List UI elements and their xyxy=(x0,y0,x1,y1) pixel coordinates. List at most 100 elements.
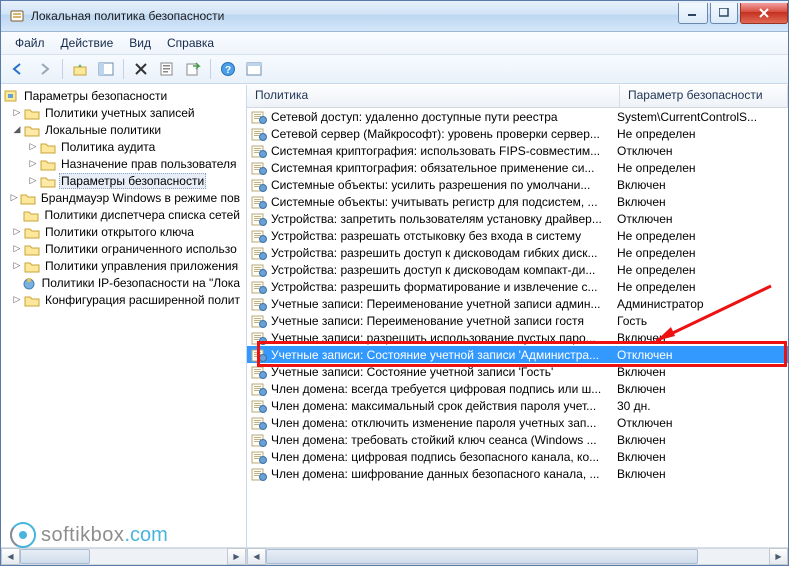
tree-item[interactable]: ▷Политика аудита xyxy=(3,138,246,155)
expand-icon[interactable]: ▷ xyxy=(11,243,23,254)
list-hscrollbar[interactable]: ◀ ▶ xyxy=(247,547,788,565)
policy-icon xyxy=(251,450,267,464)
scroll-right-icon[interactable]: ▶ xyxy=(227,548,246,565)
menu-help[interactable]: Справка xyxy=(159,34,222,52)
policy-icon xyxy=(251,110,267,124)
policy-row[interactable]: Член домена: цифровая подпись безопасног… xyxy=(247,448,788,465)
policy-row[interactable]: Член домена: требовать стойкий ключ сеан… xyxy=(247,431,788,448)
policy-icon xyxy=(251,144,267,158)
show-hide-tree-button[interactable] xyxy=(94,57,118,81)
policy-value: Включен xyxy=(617,433,788,447)
policy-icon xyxy=(251,382,267,396)
policy-name: Устройства: разрешить доступ к дисковода… xyxy=(271,263,617,277)
expand-icon[interactable]: ▷ xyxy=(11,107,23,118)
policy-row[interactable]: Устройства: разрешать отстыковку без вхо… xyxy=(247,227,788,244)
policy-row[interactable]: Устройства: разрешить доступ к дисковода… xyxy=(247,261,788,278)
col-setting[interactable]: Параметр безопасности xyxy=(620,85,788,107)
tree-item[interactable]: ▷Политики управления приложения xyxy=(3,257,246,274)
expand-icon[interactable]: ▷ xyxy=(27,175,39,186)
policy-value: Включен xyxy=(617,331,788,345)
policy-value: Включен xyxy=(617,382,788,396)
policy-name: Член домена: требовать стойкий ключ сеан… xyxy=(271,433,617,447)
policy-row[interactable]: Сетевой доступ: удаленно доступные пути … xyxy=(247,108,788,125)
menu-file[interactable]: Файл xyxy=(7,34,53,52)
watermark-domain: .com xyxy=(124,524,167,547)
minimize-button[interactable] xyxy=(678,3,708,24)
tree-item[interactable]: ▷Политики учетных записей xyxy=(3,104,246,121)
policy-value: Отключен xyxy=(617,144,788,158)
policy-row[interactable]: Системная криптография: использовать FIP… xyxy=(247,142,788,159)
list-body[interactable]: Сетевой доступ: удаленно доступные пути … xyxy=(247,108,788,547)
policy-row[interactable]: Член домена: всегда требуется цифровая п… xyxy=(247,380,788,397)
tree-pane: Параметры безопасности ▷Политики учетных… xyxy=(1,85,247,565)
tree-item[interactable]: ▷Назначение прав пользователя xyxy=(3,155,246,172)
titlebar[interactable]: Локальная политика безопасности xyxy=(1,1,788,32)
policy-value: Не определен xyxy=(617,229,788,243)
up-button[interactable] xyxy=(68,57,92,81)
list-header: Политика Параметр безопасности xyxy=(247,85,788,108)
policy-row[interactable]: Системные объекты: усилить разрешения по… xyxy=(247,176,788,193)
tree-item[interactable]: ▷Брандмауэр Windows в режиме пов xyxy=(3,189,246,206)
properties-button[interactable] xyxy=(155,57,179,81)
policy-row[interactable]: Учетные записи: Переименование учетной з… xyxy=(247,312,788,329)
collapse-icon[interactable]: ◢ xyxy=(11,124,23,135)
expand-icon[interactable]: ▷ xyxy=(11,260,23,271)
col-policy[interactable]: Политика xyxy=(247,85,620,107)
policy-icon xyxy=(251,178,267,192)
policy-row[interactable]: Сетевой сервер (Майкрософт): уровень про… xyxy=(247,125,788,142)
export-button[interactable] xyxy=(181,57,205,81)
policy-row[interactable]: Системные объекты: учитывать регистр для… xyxy=(247,193,788,210)
tree-item[interactable]: ▷Политики открытого ключа xyxy=(3,223,246,240)
policy-name: Устройства: запретить пользователям уста… xyxy=(271,212,617,226)
window-title: Локальная политика безопасности xyxy=(31,9,676,23)
policy-name: Член домена: всегда требуется цифровая п… xyxy=(271,382,617,396)
policy-value: 30 дн. xyxy=(617,399,788,413)
policy-row[interactable]: Устройства: разрешить доступ к дисковода… xyxy=(247,244,788,261)
policy-icon xyxy=(251,263,267,277)
policy-icon xyxy=(251,416,267,430)
scroll-left-icon[interactable]: ◀ xyxy=(247,548,266,565)
menu-view[interactable]: Вид xyxy=(121,34,159,52)
policy-row[interactable]: Устройства: разрешить форматирование и и… xyxy=(247,278,788,295)
policy-name: Системные объекты: учитывать регистр для… xyxy=(271,195,617,209)
expand-icon[interactable]: ▷ xyxy=(27,141,39,152)
policy-row[interactable]: Учетные записи: Состояние учетной записи… xyxy=(247,346,788,363)
policy-value: Администратор xyxy=(617,297,788,311)
policy-value: Не определен xyxy=(617,246,788,260)
policy-row[interactable]: Системная криптография: обязательное при… xyxy=(247,159,788,176)
expand-icon[interactable]: ▷ xyxy=(27,158,39,169)
policy-row[interactable]: Член домена: максимальный срок действия … xyxy=(247,397,788,414)
policy-row[interactable]: Учетные записи: разрешить использование … xyxy=(247,329,788,346)
close-button[interactable] xyxy=(740,3,788,24)
tree-item-selected[interactable]: ▷Параметры безопасности xyxy=(3,172,246,189)
menu-action[interactable]: Действие xyxy=(53,34,122,52)
svg-text:?: ? xyxy=(225,65,231,76)
policy-row[interactable]: Устройства: запретить пользователям уста… xyxy=(247,210,788,227)
expand-icon[interactable]: ▷ xyxy=(11,226,23,237)
tree-item[interactable]: Политики диспетчера списка сетей xyxy=(3,206,246,223)
policy-row[interactable]: Член домена: шифрование данных безопасно… xyxy=(247,465,788,482)
policy-icon xyxy=(251,246,267,260)
expand-icon[interactable]: ▷ xyxy=(9,192,19,203)
toolbar: ? xyxy=(1,55,788,84)
policy-icon xyxy=(251,161,267,175)
policy-row[interactable]: Член домена: отключить изменение пароля … xyxy=(247,414,788,431)
refresh-button[interactable] xyxy=(242,57,266,81)
back-button[interactable] xyxy=(7,57,31,81)
tree[interactable]: Параметры безопасности ▷Политики учетных… xyxy=(1,85,246,547)
help-button[interactable]: ? xyxy=(216,57,240,81)
tree-item[interactable]: ▷Политики ограниченного использо xyxy=(3,240,246,257)
tree-item[interactable]: ◢Локальные политики xyxy=(3,121,246,138)
delete-button[interactable] xyxy=(129,57,153,81)
policy-icon xyxy=(251,127,267,141)
policy-row[interactable]: Учетные записи: Состояние учетной записи… xyxy=(247,363,788,380)
scroll-right-icon[interactable]: ▶ xyxy=(769,548,788,565)
forward-button[interactable] xyxy=(33,57,57,81)
tree-root[interactable]: Параметры безопасности xyxy=(3,87,246,104)
tree-item[interactable]: ▷Конфигурация расширенной полит xyxy=(3,291,246,308)
policy-row[interactable]: Учетные записи: Переименование учетной з… xyxy=(247,295,788,312)
maximize-button[interactable] xyxy=(710,3,738,24)
expand-icon[interactable]: ▷ xyxy=(11,294,23,305)
content-area: Параметры безопасности ▷Политики учетных… xyxy=(1,84,788,565)
tree-item[interactable]: Политики IP-безопасности на "Лока xyxy=(3,274,246,291)
